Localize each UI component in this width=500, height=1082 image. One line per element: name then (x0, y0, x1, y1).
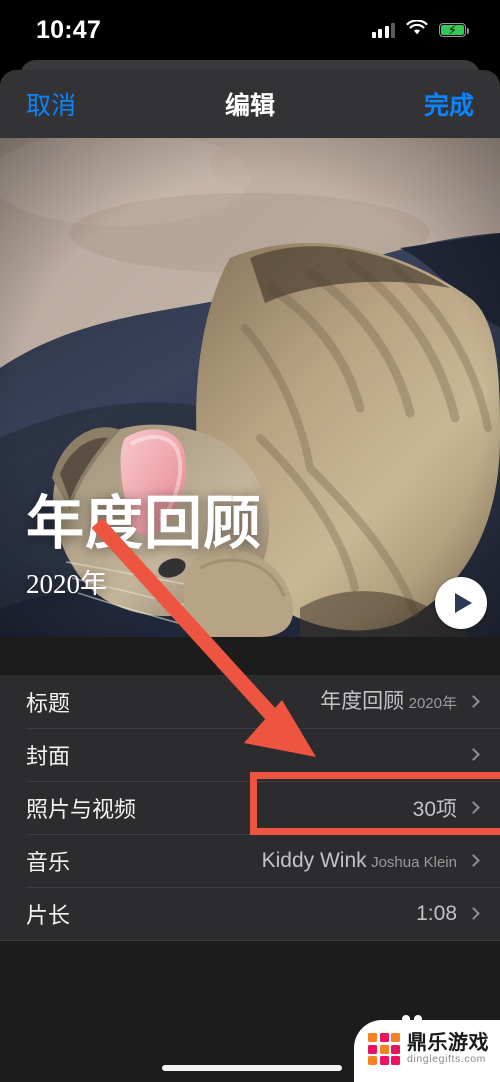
row-value-stack: 年度回顾 2020年 (320, 690, 457, 714)
home-indicator[interactable] (162, 1065, 342, 1071)
row-subvalue: Joshua Klein (371, 853, 457, 871)
row-label: 片长 (26, 902, 71, 928)
row-music[interactable]: 音乐 Kiddy Wink Joshua Klein (0, 834, 500, 887)
row-duration[interactable]: 片长 1:08 (0, 887, 500, 940)
status-bar-indicators: ⚡ (371, 18, 470, 41)
watermark-ears (402, 1015, 422, 1026)
play-icon[interactable] (435, 577, 487, 629)
battery-charging-icon: ⚡ (439, 22, 470, 38)
battery-bolt-icon: ⚡ (447, 22, 458, 38)
row-value: Kiddy Wink (261, 848, 367, 872)
chevron-right-icon (467, 695, 480, 708)
iphone-screen: 10:47 ⚡ 取消 编辑 完成 年度回顾 2020年 标题 年度回顾 2020… (0, 0, 500, 1082)
memory-subtitle-text: 2020年 (26, 569, 107, 599)
watermark-name: 鼎乐游戏 (407, 1032, 489, 1055)
status-bar: 10:47 ⚡ (0, 0, 500, 60)
play-triangle (454, 593, 472, 613)
status-bar-time: 10:47 (36, 15, 101, 44)
row-subvalue: 2020年 (408, 694, 457, 712)
row-photos-videos[interactable]: 照片与视频 30项 (0, 781, 500, 834)
memory-cover-preview[interactable]: 年度回顾 2020年 (0, 138, 500, 637)
sheet-gap (0, 637, 500, 675)
row-cover[interactable]: 封面 (0, 728, 500, 781)
chevron-right-icon (467, 748, 480, 761)
chevron-right-icon (467, 854, 480, 867)
row-label: 封面 (26, 743, 71, 769)
row-label: 标题 (26, 690, 71, 716)
done-button[interactable]: 完成 (424, 86, 474, 122)
row-accessory: 年度回顾 2020年 (320, 690, 480, 714)
watermark-logo-icon (368, 1033, 400, 1065)
row-label: 照片与视频 (26, 796, 137, 822)
row-value: 1:08 (416, 901, 457, 925)
row-label: 音乐 (26, 849, 71, 875)
memory-title-text: 年度回顾 (26, 490, 263, 556)
wifi-icon (406, 18, 428, 41)
row-value: 30项 (412, 797, 457, 821)
row-title[interactable]: 标题 年度回顾 2020年 (0, 675, 500, 728)
watermark-url: dinglegifts.com (407, 1053, 487, 1066)
row-accessory: 30项 (412, 793, 480, 823)
chevron-right-icon (467, 801, 480, 814)
row-accessory (467, 748, 480, 761)
edit-memory-sheet: 取消 编辑 完成 年度回顾 2020年 标题 年度回顾 2020年 封面 照片与… (0, 70, 500, 1082)
memory-settings-table: 标题 年度回顾 2020年 封面 照片与视频 30项 音乐 Kiddy Wink… (0, 675, 500, 940)
memory-title-overlay: 年度回顾 2020年 (26, 490, 263, 601)
site-watermark: 鼎乐游戏 dinglegifts.com (354, 1015, 500, 1082)
cellular-signal-icon (371, 22, 395, 38)
chevron-right-icon (467, 907, 480, 920)
navigation-bar: 取消 编辑 完成 (0, 70, 500, 138)
cancel-button[interactable]: 取消 (26, 86, 76, 122)
watermark-text: 鼎乐游戏 dinglegifts.com (407, 1033, 489, 1065)
row-value-stack: Kiddy Wink Joshua Klein (262, 849, 457, 873)
row-accessory: Kiddy Wink Joshua Klein (262, 849, 480, 873)
row-accessory: 1:08 (416, 901, 480, 926)
row-value: 年度回顾 (320, 689, 405, 713)
